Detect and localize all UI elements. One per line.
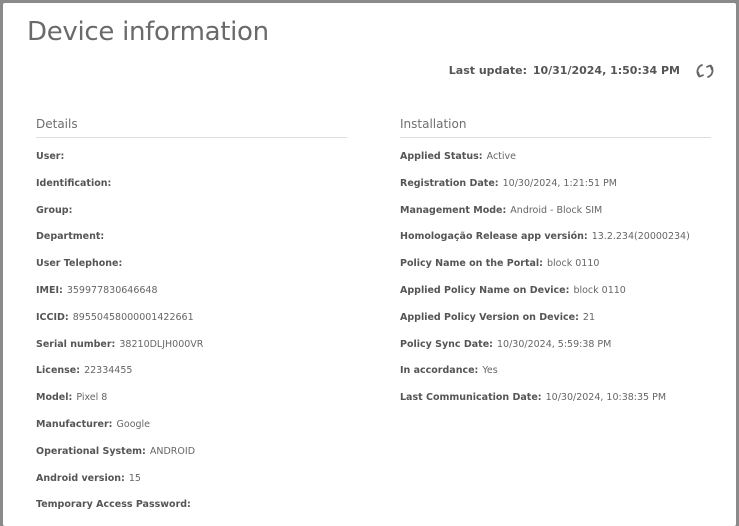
last-update: Last update: 10/31/2024, 1:50:34 PM (449, 64, 680, 77)
details-row-label: Model: (36, 392, 73, 404)
details-row: Serial number: 38210DLJH000VR (36, 339, 347, 366)
details-row-value: 22334455 (84, 365, 133, 377)
details-row-value: Google (116, 418, 151, 430)
details-list: User: Identification: Group: Department:… (36, 151, 347, 526)
details-row-value: ANDROID (149, 445, 196, 457)
installation-row-label: Applied Status: (400, 151, 483, 162)
details-row-label: IMEI: (36, 284, 63, 296)
installation-row: Management Mode: Android - Block SIM (400, 205, 711, 232)
details-row-value: 89550458000001422661 (72, 311, 194, 323)
details-row-label: Serial number: (36, 338, 116, 350)
refresh-icon[interactable] (694, 60, 716, 82)
installation-row: In accordance: Yes (400, 365, 711, 392)
details-row-label: User Telephone: (36, 258, 123, 270)
details-row-label: Temporary Access Password: (36, 499, 191, 511)
last-update-label: Last update: (448, 64, 527, 77)
installation-row-label: Management Mode: (400, 204, 507, 216)
details-row: Model: Pixel 8 (36, 392, 347, 419)
details-row-value: Pixel 8 (76, 392, 108, 404)
details-row-label: User: (36, 151, 65, 162)
details-row: User Telephone: (36, 258, 347, 285)
details-row: Operational System: ANDROID (36, 446, 347, 473)
installation-row: Homologação Release app versión: 13.2.23… (400, 231, 711, 258)
details-row-value: 15 (128, 472, 141, 484)
details-row-label: Group: (36, 204, 73, 216)
details-row: Manufacturer: Google (36, 419, 347, 446)
details-row: IMEI: 359977830646648 (36, 285, 347, 312)
installation-heading: Installation (400, 115, 711, 138)
details-row-value: 359977830646648 (66, 284, 158, 296)
installation-row-value: block 0110 (547, 258, 600, 270)
installation-row-value: Active (486, 151, 516, 162)
installation-row-label: Homologação Release app versión: (400, 231, 588, 243)
installation-row: Applied Status: Active (400, 151, 711, 178)
installation-row-value: Android - Block SIM (510, 204, 603, 216)
details-row: Group: (36, 205, 347, 232)
details-row: Temporary Access Password: (36, 499, 347, 526)
installation-row: Applied Policy Version on Device: 21 (400, 312, 711, 339)
installation-row: Last Communication Date: 10/30/2024, 10:… (400, 392, 711, 419)
details-row-label: Identification: (36, 177, 112, 189)
details-row: License: 22334455 (36, 365, 347, 392)
installation-row-label: Last Communication Date: (400, 392, 542, 404)
installation-row: Applied Policy Name on Device: block 011… (400, 285, 711, 312)
details-section: Details User: Identification: Group: Dep… (36, 115, 347, 526)
details-row-label: Department: (36, 231, 105, 243)
details-row-label: Operational System: (36, 445, 146, 457)
installation-row: Policy Name on the Portal: block 0110 (400, 258, 711, 285)
installation-row: Policy Sync Date: 10/30/2024, 5:59:38 PM (400, 339, 711, 366)
device-info-dialog: Device information Last update: 10/31/20… (3, 3, 736, 526)
details-row: Identification: (36, 178, 347, 205)
dialog-title: Device information (27, 17, 269, 47)
details-row-label: Android version: (36, 472, 125, 484)
last-update-value: 10/31/2024, 1:50:34 PM (532, 64, 680, 77)
details-row: Department: (36, 231, 347, 258)
installation-row-value: 13.2.234(20000234) (591, 231, 690, 243)
installation-row-label: In accordance: (400, 365, 479, 377)
details-row-label: Manufacturer: (36, 418, 113, 430)
installation-row-label: Registration Date: (400, 177, 499, 189)
installation-row-value: 10/30/2024, 1:21:51 PM (502, 177, 617, 189)
installation-section: Installation Applied Status: Active Regis… (400, 115, 711, 419)
installation-row-value: Yes (482, 365, 498, 377)
details-row-value: 38210DLJH000VR (119, 338, 204, 350)
details-row-label: License: (36, 365, 81, 377)
installation-row-label: Applied Policy Version on Device: (400, 311, 579, 323)
installation-row-value: 10/30/2024, 5:59:38 PM (496, 338, 612, 350)
installation-row: Registration Date: 10/30/2024, 1:21:51 P… (400, 178, 711, 205)
details-row: User: (36, 151, 347, 178)
details-heading: Details (36, 115, 347, 138)
installation-row-value: block 0110 (573, 284, 626, 296)
installation-row-label: Applied Policy Name on Device: (400, 284, 570, 296)
details-row: ICCID: 89550458000001422661 (36, 312, 347, 339)
details-row-label: ICCID: (36, 311, 69, 323)
installation-row-label: Policy Name on the Portal: (400, 258, 543, 270)
installation-list: Applied Status: Active Registration Date:… (400, 151, 711, 419)
installation-row-label: Policy Sync Date: (400, 338, 493, 350)
installation-row-value: 10/30/2024, 10:38:35 PM (545, 392, 667, 404)
details-row: Android version: 15 (36, 473, 347, 500)
installation-row-value: 21 (582, 311, 595, 323)
